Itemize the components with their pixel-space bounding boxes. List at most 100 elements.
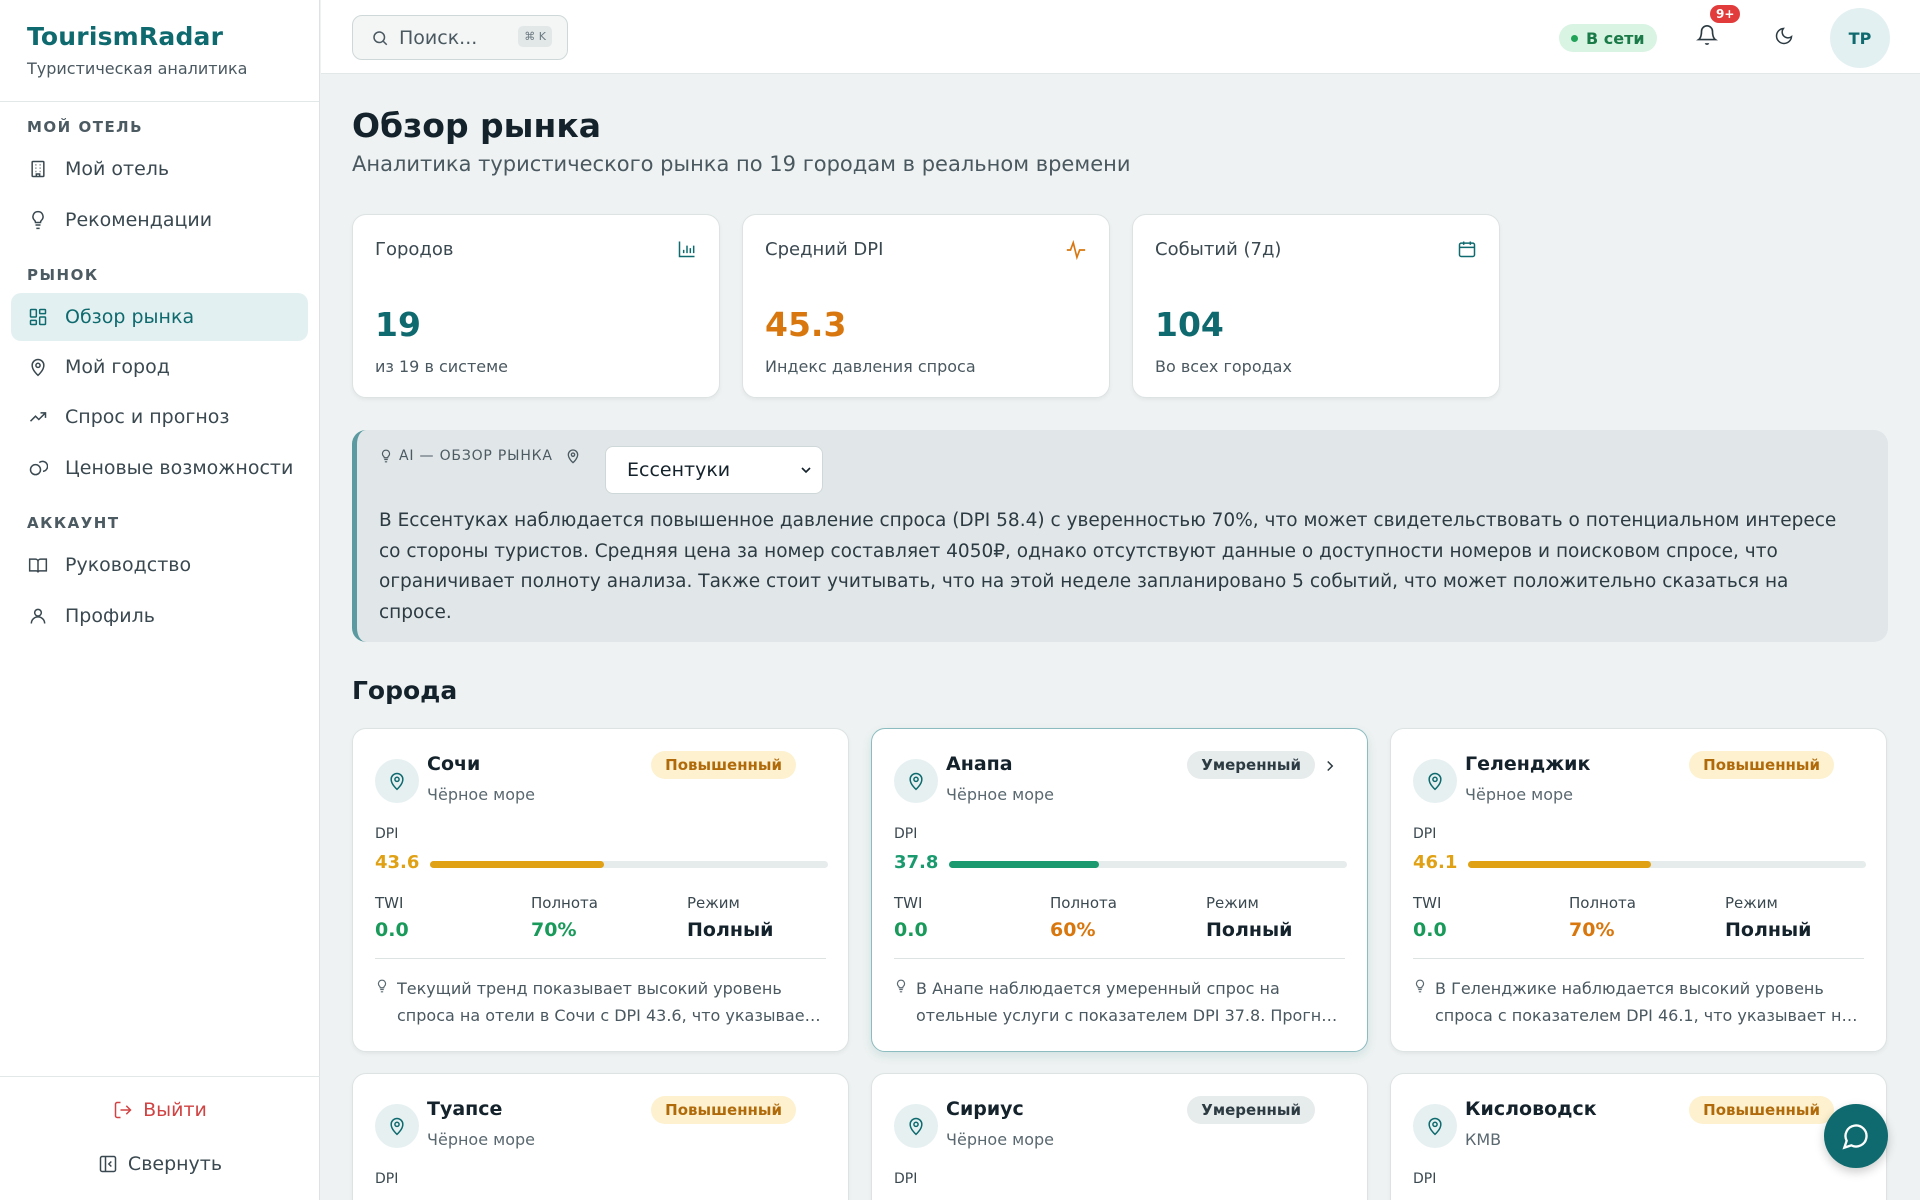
brand: TourismRadar Туристическая аналитика xyxy=(0,0,319,102)
stat-value: 45.3 xyxy=(765,305,847,344)
book-icon xyxy=(27,554,49,576)
chat-button[interactable] xyxy=(1824,1104,1888,1168)
sidebar-item-label: Профиль xyxy=(65,605,155,627)
city-select[interactable]: Ессентуки xyxy=(605,446,823,494)
collapse-label: Свернуть xyxy=(127,1153,223,1175)
map-pin-icon xyxy=(375,759,419,803)
status-label: В сети xyxy=(1586,28,1645,48)
stat-value: 104 xyxy=(1155,305,1224,344)
city-select-value: Ессентуки xyxy=(627,459,731,481)
dpi-value: 46.1 xyxy=(1413,852,1458,873)
dpi-label: DPI xyxy=(894,1171,918,1187)
twi-value: 0.0 xyxy=(894,919,928,941)
map-pin-icon xyxy=(1413,759,1457,803)
dpi-label: DPI xyxy=(375,1171,399,1187)
sidebar-item-my-hotel[interactable]: Мой отель xyxy=(11,145,308,193)
page-title: Обзор рынка xyxy=(352,106,601,145)
mode-label: Режим xyxy=(687,894,740,912)
city-card[interactable]: Сочи Чёрное море Повышенный DPI 43.6 TWI… xyxy=(352,728,849,1052)
city-region: Чёрное море xyxy=(427,1130,536,1149)
stat-note: Индекс давления спроса xyxy=(765,357,976,376)
ai-market-overview: AI — ОБЗОР РЫНКА Ессентуки В Ессентуках … xyxy=(352,430,1888,642)
stat-note: Во всех городах xyxy=(1155,357,1292,376)
twi-label: TWI xyxy=(375,894,404,912)
search-placeholder: Поиск... xyxy=(399,26,478,49)
chevron-right-icon xyxy=(1321,757,1339,775)
sidebar-item-label: Мой отель xyxy=(65,158,170,180)
dpi-label: DPI xyxy=(1413,1171,1437,1187)
collapse-button[interactable]: Свернуть xyxy=(0,1153,320,1175)
city-region: Чёрное море xyxy=(1465,785,1574,804)
sidebar-item-guide[interactable]: Руководство xyxy=(11,541,308,589)
logout-button[interactable]: Выйти xyxy=(0,1099,320,1121)
dpi-bar xyxy=(1468,861,1866,868)
city-region: Чёрное море xyxy=(946,785,1055,804)
city-card[interactable]: Геленджик Чёрное море Повышенный DPI 46.… xyxy=(1390,728,1887,1052)
logout-icon xyxy=(113,1100,133,1120)
avatar[interactable]: TP xyxy=(1830,8,1890,68)
nav-section-hotel: МОЙ ОТЕЛЬ xyxy=(27,118,144,136)
city-card[interactable]: Анапа Чёрное море Умеренный DPI 37.8 TWI… xyxy=(871,728,1368,1052)
stat-card-avg-dpi: Средний DPI 45.3 Индекс давления спроса xyxy=(742,214,1110,398)
coins-icon xyxy=(27,457,49,479)
mode-value: Полный xyxy=(687,919,774,941)
map-pin-icon xyxy=(1413,1104,1457,1148)
city-insight: В Геленджике наблюдается высокий уровень… xyxy=(1413,975,1865,1029)
ai-heading: AI — ОБЗОР РЫНКА xyxy=(379,448,587,464)
activity-icon xyxy=(1065,239,1087,261)
bar-chart-icon xyxy=(677,239,697,259)
demand-level-badge: Повышенный xyxy=(651,751,796,779)
completeness-value: 60% xyxy=(1050,919,1096,941)
city-card[interactable]: Туапсе Чёрное море Повышенный DPI xyxy=(352,1073,849,1200)
sidebar-item-recommendations[interactable]: Рекомендации xyxy=(11,196,308,244)
dpi-value: 43.6 xyxy=(375,852,420,873)
city-name: Сириус xyxy=(946,1098,1024,1120)
city-card[interactable]: Сириус Чёрное море Умеренный DPI xyxy=(871,1073,1368,1200)
notifications-button[interactable] xyxy=(1696,24,1718,50)
nav-section-market: РЫНОК xyxy=(27,266,99,284)
stat-value: 19 xyxy=(375,305,421,344)
map-pin-icon xyxy=(894,1104,938,1148)
sidebar-item-market-overview[interactable]: Обзор рынка xyxy=(11,293,308,341)
stat-note: из 19 в системе xyxy=(375,357,509,376)
ai-heading-label: AI — ОБЗОР РЫНКА xyxy=(399,448,553,464)
demand-level-badge: Повышенный xyxy=(1689,1096,1834,1124)
twi-value: 0.0 xyxy=(1413,919,1447,941)
completeness-label: Полнота xyxy=(1569,894,1636,912)
sidebar-item-demand-forecast[interactable]: Спрос и прогноз xyxy=(11,393,308,441)
user-icon xyxy=(27,605,49,627)
sidebar-item-label: Ценовые возможности xyxy=(65,457,294,479)
divider xyxy=(375,958,826,959)
demand-level-badge: Умеренный xyxy=(1187,1096,1315,1124)
sidebar-item-profile[interactable]: Профиль xyxy=(11,592,308,640)
completeness-value: 70% xyxy=(1569,919,1615,941)
stat-card-cities: Городов 19 из 19 в системе xyxy=(352,214,720,398)
mode-label: Режим xyxy=(1725,894,1778,912)
sidebar-footer: Выйти Свернуть xyxy=(0,1076,320,1200)
dpi-label: DPI xyxy=(894,826,918,842)
sidebar-item-label: Руководство xyxy=(65,554,192,576)
dpi-bar xyxy=(430,861,828,868)
stat-label: Городов xyxy=(375,239,454,260)
map-pin-icon xyxy=(565,448,581,464)
sidebar-item-price-opportunities[interactable]: Ценовые возможности xyxy=(11,444,308,492)
theme-toggle[interactable] xyxy=(1774,26,1794,50)
city-region: КМВ xyxy=(1465,1130,1502,1149)
search-input[interactable]: Поиск... ⌘ K xyxy=(352,15,568,60)
demand-level-badge: Повышенный xyxy=(1689,751,1834,779)
brand-title[interactable]: TourismRadar xyxy=(27,22,292,51)
city-card[interactable]: Кисловодск КМВ Повышенный DPI xyxy=(1390,1073,1887,1200)
lightbulb-icon xyxy=(379,449,393,463)
search-icon xyxy=(371,29,389,47)
status-dot xyxy=(1571,34,1578,42)
map-pin-icon xyxy=(27,356,49,378)
cities-section-title: Города xyxy=(352,676,458,705)
city-insight-text: В Анапе наблюдается умеренный спрос на о… xyxy=(916,979,1340,1025)
lightbulb-icon xyxy=(1413,979,1435,1029)
page-subtitle: Аналитика туристического рынка по 19 гор… xyxy=(352,152,1131,176)
divider xyxy=(1413,958,1864,959)
sidebar-item-my-city[interactable]: Мой город xyxy=(11,343,308,391)
twi-value: 0.0 xyxy=(375,919,409,941)
chevron-down-icon xyxy=(798,462,814,478)
city-insight-text: Текущий тренд показывает высокий уровень… xyxy=(397,979,814,1025)
